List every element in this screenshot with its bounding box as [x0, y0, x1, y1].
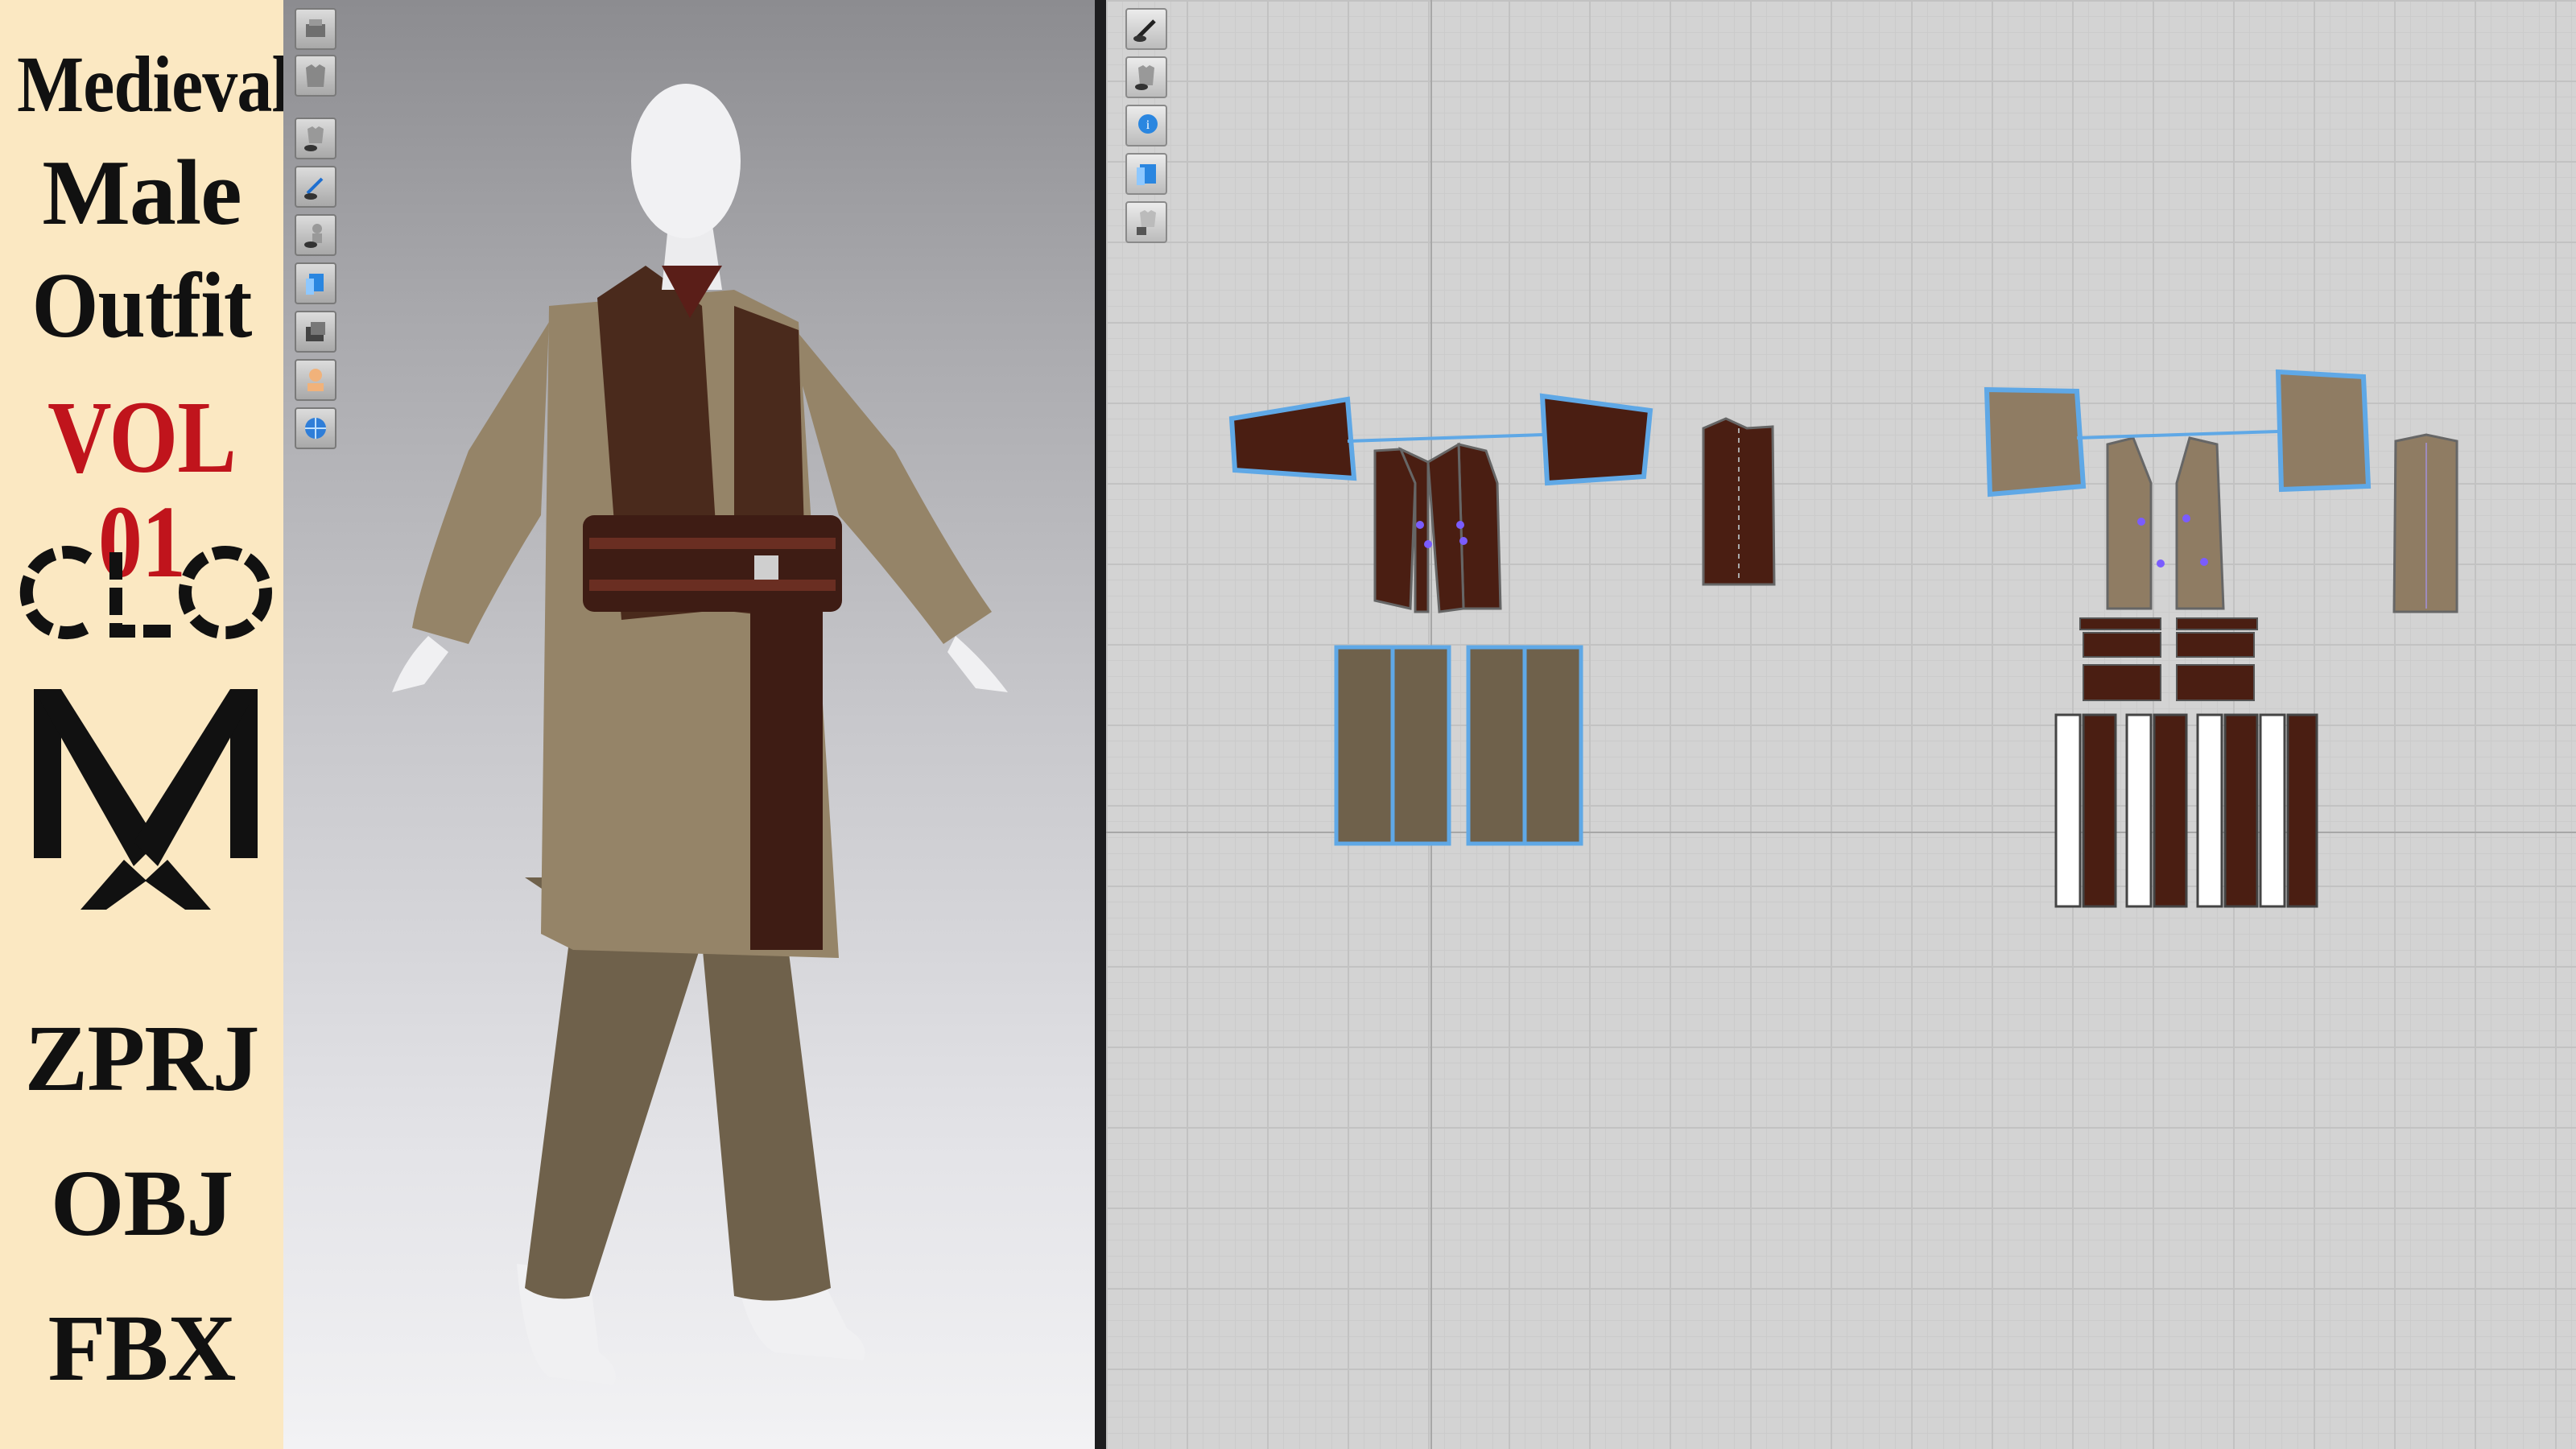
promo-banner: Medieval Male Outfit VOL 01 ZPRJ OBJ FBX [0, 0, 291, 1449]
show-garment-icon[interactable] [295, 118, 336, 159]
dark-pattern-group [1228, 393, 1776, 846]
show-pattern-icon[interactable] [295, 166, 336, 208]
fabric-icon[interactable] [1125, 153, 1167, 195]
title-line-3: Outfit [31, 254, 252, 357]
uv-editor-icon[interactable] [295, 262, 336, 304]
2d-pattern-window[interactable]: i [1106, 0, 2576, 1449]
clo-logo [19, 546, 272, 639]
title-line-2: Male [42, 142, 242, 245]
garment-icon[interactable] [1125, 56, 1167, 98]
texture-icon[interactable] [295, 8, 336, 50]
garment-icon[interactable] [295, 55, 336, 97]
3d-viewport[interactable] [283, 0, 1095, 1449]
format-obj: OBJ [50, 1150, 234, 1256]
pattern-pieces [1106, 0, 2576, 1449]
world-icon[interactable] [295, 407, 336, 449]
panel-divider[interactable] [1095, 0, 1106, 1449]
lock-garment-icon[interactable] [1125, 201, 1167, 243]
svg-text:i: i [1146, 118, 1150, 132]
avatar-3d-preview [392, 84, 1008, 1385]
info-icon[interactable]: i [1125, 105, 1167, 147]
format-fbx: FBX [47, 1295, 237, 1401]
render-mode-icon[interactable] [295, 311, 336, 353]
title-line-1: Medieval [17, 39, 291, 129]
show-avatar-icon[interactable] [295, 214, 336, 256]
brand-logo [34, 689, 258, 910]
edit-pattern-icon[interactable] [1125, 8, 1167, 50]
avatar-skin-icon[interactable] [295, 359, 336, 401]
format-zprj: ZPRJ [24, 1005, 260, 1111]
light-pattern-group [1984, 369, 2458, 908]
